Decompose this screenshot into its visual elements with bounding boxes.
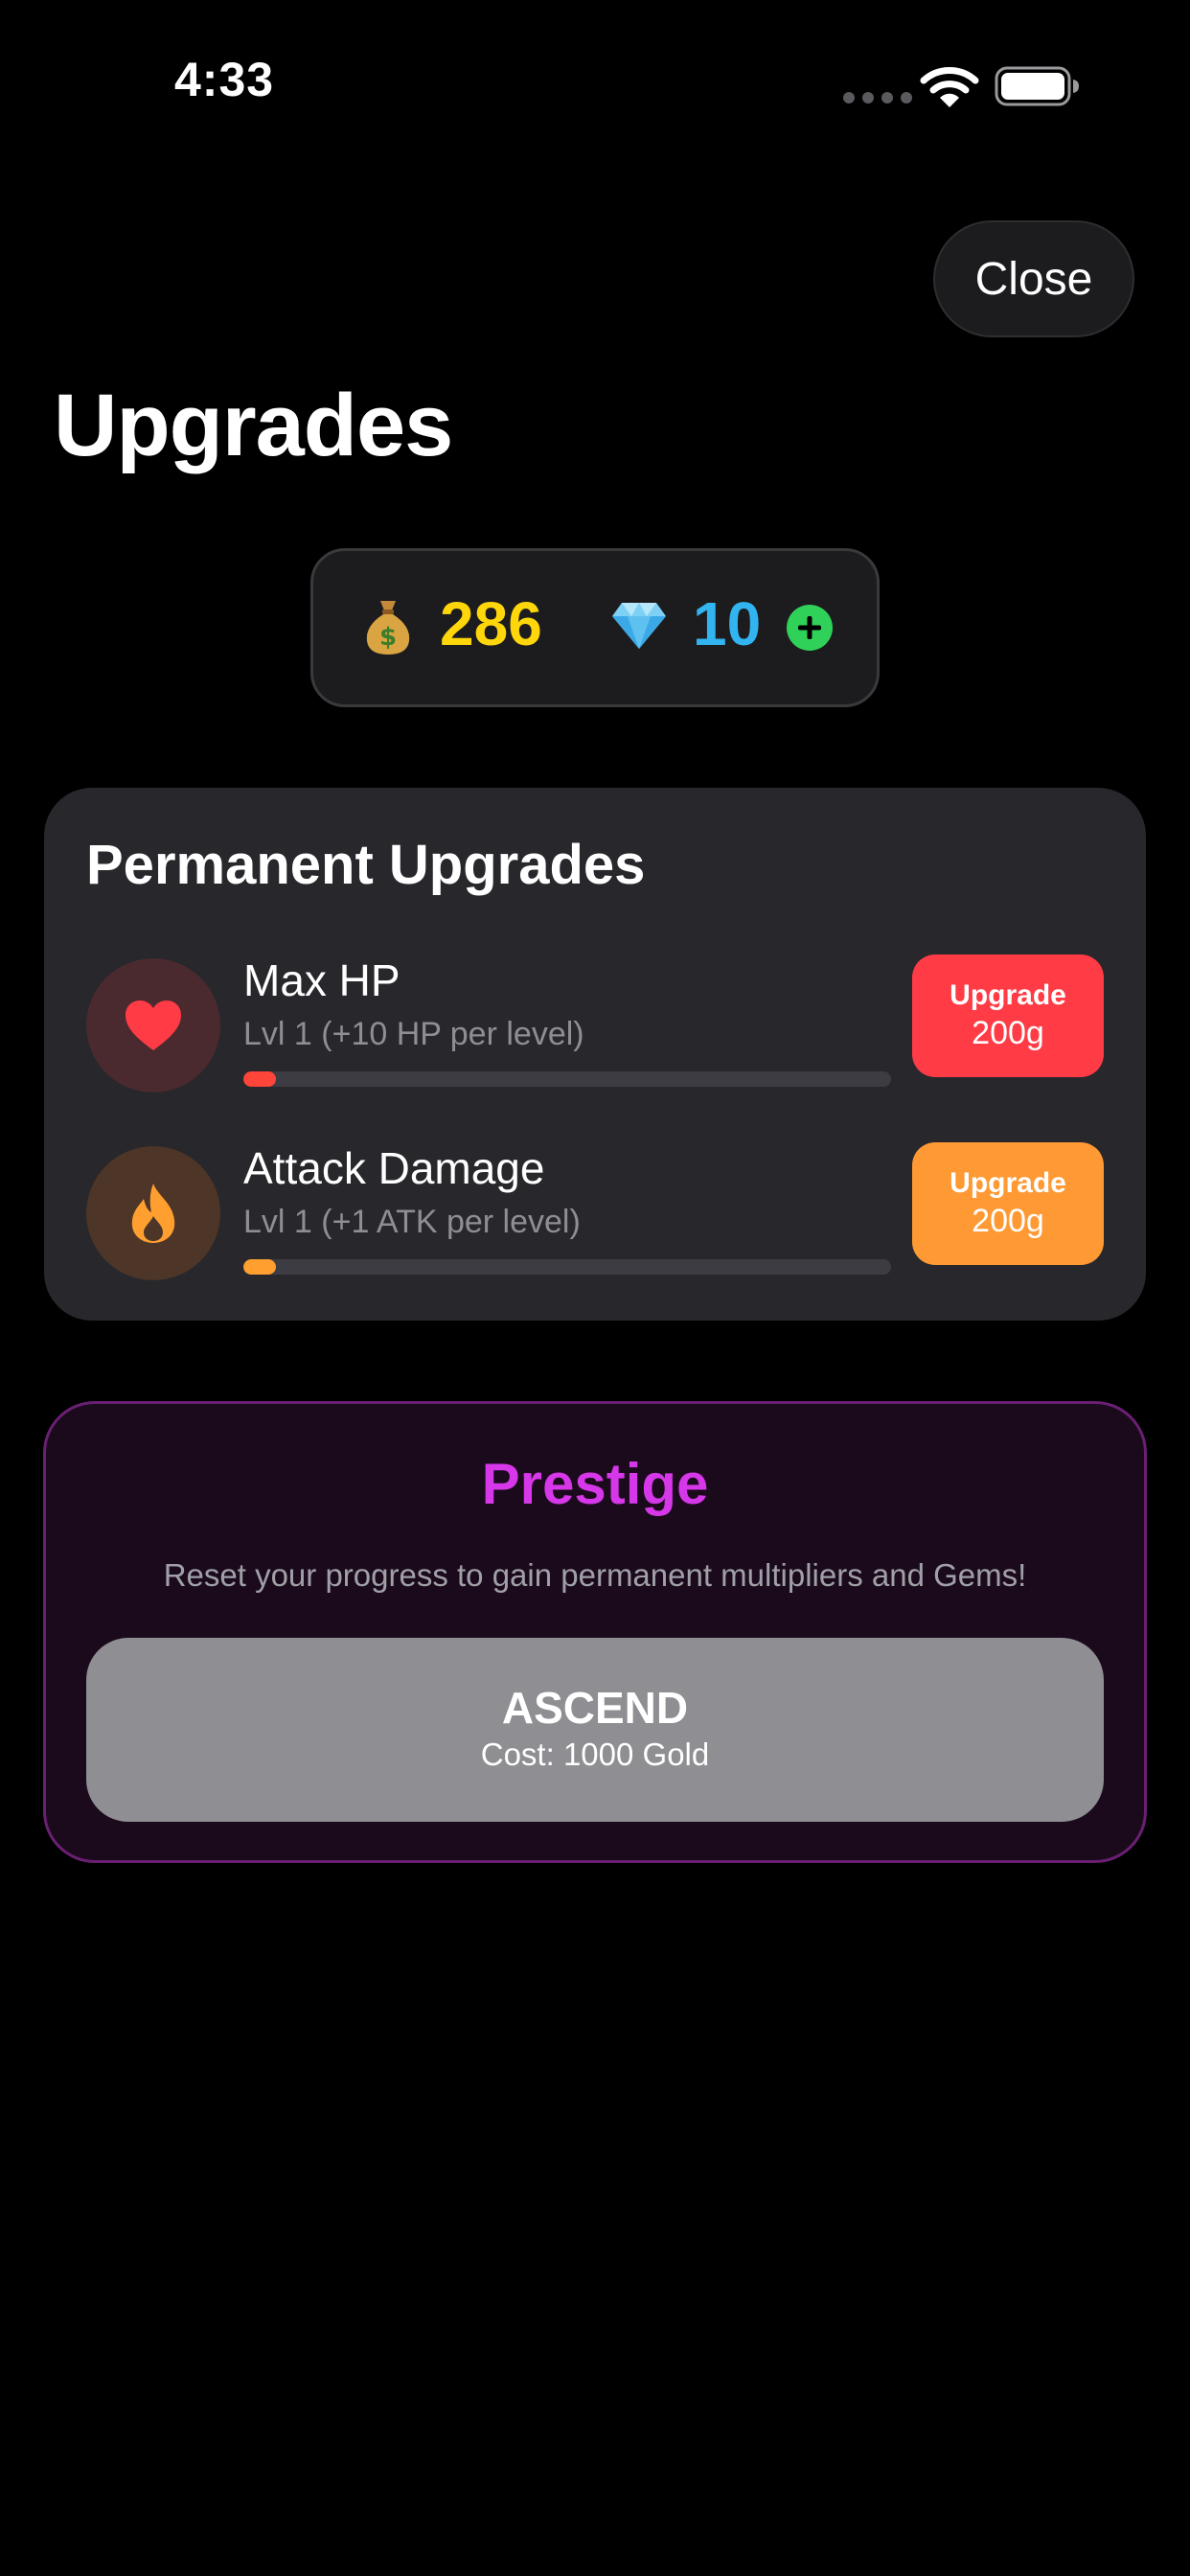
upgrade-button-cost: 200g <box>972 1014 1044 1051</box>
prestige-card: Prestige Reset your progress to gain per… <box>43 1401 1147 1863</box>
prestige-title: Prestige <box>481 1452 709 1516</box>
money-bag-icon: $ <box>366 601 410 655</box>
close-button[interactable]: Close <box>933 220 1134 337</box>
prestige-description: Reset your progress to gain permanent mu… <box>163 1557 1027 1593</box>
upgrade-button-cost: 200g <box>972 1202 1044 1239</box>
signal-dots-icon <box>843 92 912 104</box>
upgrade-icon-badge <box>86 958 220 1092</box>
upgrade-icon-badge <box>86 1146 220 1280</box>
status-time: 4:33 <box>174 53 275 106</box>
ascend-button-label: ASCEND <box>501 1683 689 1734</box>
upgrade-row-attack-damage: Attack Damage Lvl 1 (+1 ATK per level) U… <box>44 1140 1146 1284</box>
heart-icon <box>126 1000 181 1050</box>
upgrade-progress-bar <box>243 1071 891 1087</box>
add-gems-button[interactable] <box>787 605 833 651</box>
flame-icon <box>131 1184 175 1243</box>
upgrade-description: Lvl 1 (+1 ATK per level) <box>243 1204 581 1240</box>
gem-icon <box>612 603 666 649</box>
gem-amount: 10 <box>693 589 762 658</box>
currency-display: $ 286 10 <box>310 548 880 707</box>
upgrade-button-label: Upgrade <box>950 1166 1066 1199</box>
upgrade-attack-damage-button[interactable]: Upgrade 200g <box>912 1142 1104 1265</box>
upgrade-name: Attack Damage <box>243 1143 545 1193</box>
page-title: Upgrades <box>54 377 453 474</box>
ascend-button[interactable]: ASCEND Cost: 1000 Gold <box>86 1638 1104 1822</box>
upgrade-button-label: Upgrade <box>950 978 1066 1011</box>
upgrade-progress-bar <box>243 1259 891 1275</box>
upgrade-name: Max HP <box>243 955 400 1005</box>
battery-icon <box>995 66 1079 106</box>
svg-text:$: $ <box>379 623 397 652</box>
upgrade-progress-fill <box>243 1259 276 1275</box>
ascend-button-cost: Cost: 1000 Gold <box>480 1736 710 1773</box>
permanent-upgrades-card: Permanent Upgrades Max HP Lvl 1 (+10 HP … <box>44 788 1146 1321</box>
upgrade-row-max-hp: Max HP Lvl 1 (+10 HP per level) Upgrade … <box>44 953 1146 1096</box>
wifi-icon <box>920 67 979 107</box>
upgrade-max-hp-button[interactable]: Upgrade 200g <box>912 954 1104 1077</box>
upgrade-description: Lvl 1 (+10 HP per level) <box>243 1016 584 1052</box>
section-title: Permanent Upgrades <box>86 834 646 896</box>
gold-amount: 286 <box>440 589 542 658</box>
upgrade-progress-fill <box>243 1071 276 1087</box>
